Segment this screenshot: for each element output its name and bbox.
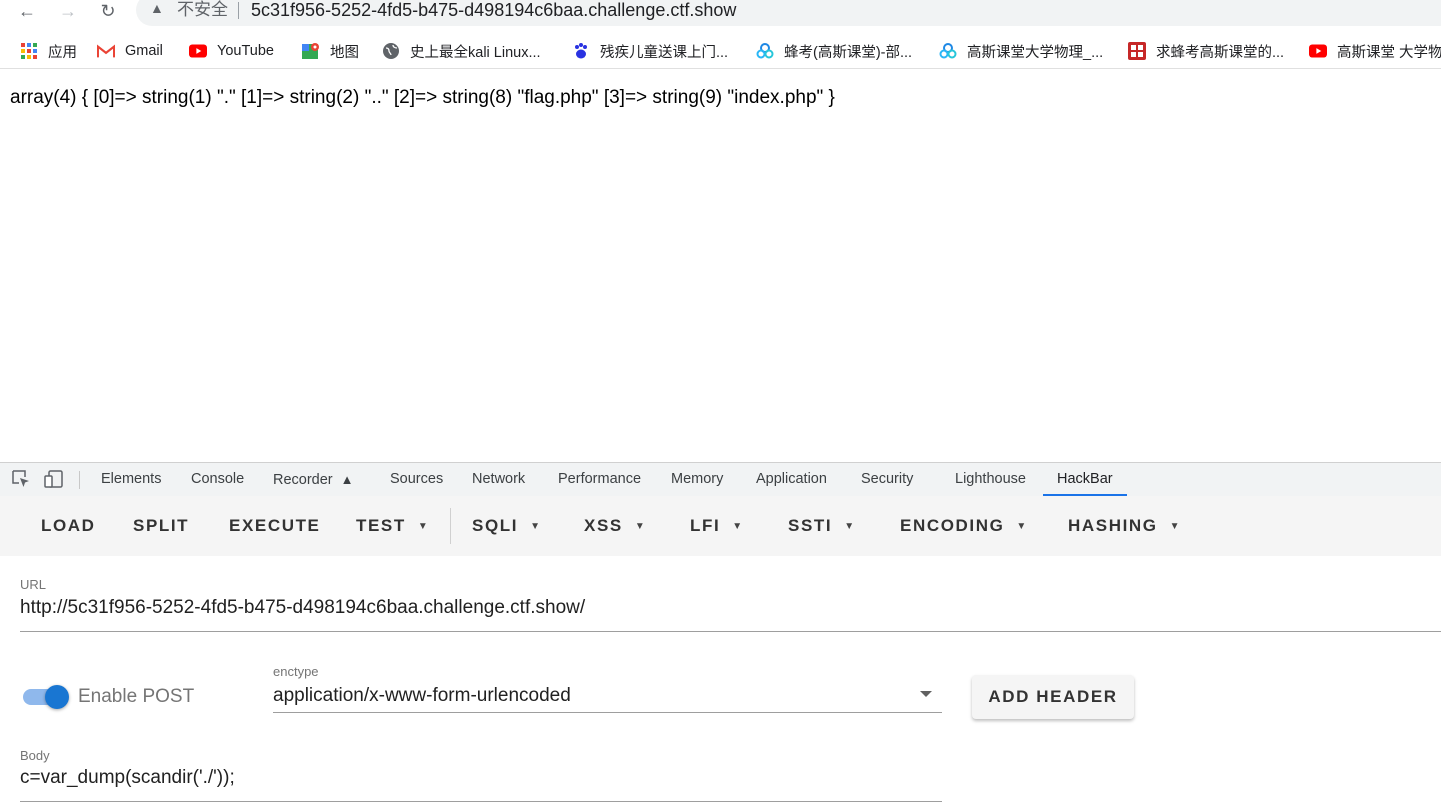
bookmark-fengkao-2[interactable]: 高斯课堂大学物理_...: [939, 40, 1103, 62]
dropdown-arrow-icon[interactable]: [920, 691, 932, 697]
reload-icon[interactable]: ↻: [96, 0, 120, 22]
caret-down-icon: ▼: [1016, 520, 1027, 532]
execute-button[interactable]: EXECUTE: [229, 496, 321, 556]
gmail-icon: [97, 42, 115, 60]
xss-menu-button[interactable]: XSS ▼: [584, 496, 645, 556]
inspect-element-icon[interactable]: [12, 463, 30, 496]
tab-memory[interactable]: Memory: [671, 463, 723, 496]
tab-security[interactable]: Security: [861, 463, 913, 496]
browser-toolbar: ← → ↻ ▲ 不安全 5c31f956-5252-4fd5-b475-d498…: [0, 0, 1441, 28]
lfi-menu-button[interactable]: LFI ▼: [690, 496, 742, 556]
apps-grid-icon: [20, 42, 38, 60]
tab-lighthouse[interactable]: Lighthouse: [955, 463, 1026, 496]
add-header-button[interactable]: ADD HEADER: [972, 675, 1134, 719]
maps-icon: [302, 42, 320, 60]
split-button[interactable]: SPLIT: [133, 496, 189, 556]
enable-post-label: Enable POST: [78, 686, 195, 707]
bookmark-gmail[interactable]: Gmail: [97, 40, 163, 62]
test-label: TEST: [356, 516, 406, 535]
enctype-label: enctype: [273, 664, 319, 679]
tab-separator: [79, 471, 80, 489]
tab-console[interactable]: Console: [191, 463, 244, 496]
xss-label: XSS: [584, 516, 623, 535]
bookmark-label: 地图: [330, 44, 359, 61]
test-menu-button[interactable]: TEST ▼: [356, 496, 428, 556]
enctype-underline: [273, 712, 942, 713]
youtube-icon: [1309, 42, 1327, 60]
lfi-label: LFI: [690, 516, 721, 535]
hackbar-toolbar: LOAD SPLIT EXECUTE TEST ▼ SQLI ▼ XSS ▼ LFI ▼…: [0, 496, 1441, 556]
security-label[interactable]: 不安全: [177, 0, 228, 20]
bookmarks-bar: 应用 Gmail YouTube 地图 史上最全kali Linux... 残疾…: [0, 34, 1441, 69]
load-button[interactable]: LOAD: [41, 496, 96, 556]
bookmark-label: 高斯课堂 大学物: [1337, 44, 1441, 61]
toolbar-separator: [450, 508, 451, 544]
address-text[interactable]: 5c31f956-5252-4fd5-b475-d498194c6baa.cha…: [251, 0, 736, 20]
ssti-label: SSTI: [788, 516, 833, 535]
back-arrow-icon[interactable]: ←: [15, 0, 39, 22]
bookmark-label: 高斯课堂大学物理_...: [967, 44, 1104, 61]
caret-down-icon: ▼: [634, 520, 645, 532]
forward-arrow-icon[interactable]: →: [56, 0, 80, 22]
php-var-dump-output: array(4) { [0]=> string(1) "." [1]=> str…: [10, 87, 835, 108]
bookmark-maps[interactable]: 地图: [302, 40, 359, 62]
bookmark-baidu[interactable]: 残疾儿童送课上门...: [572, 40, 728, 62]
globe-icon: [382, 42, 400, 60]
bilibili-cloud-icon: [939, 42, 957, 60]
bookmark-label: 蜂考(高斯课堂)-部...: [784, 44, 913, 61]
warning-icon[interactable]: ▲: [150, 0, 164, 16]
tab-hackbar[interactable]: HackBar: [1043, 463, 1127, 496]
devtools-tab-bar: Elements Console Recorder ▲ Sources Netw…: [0, 462, 1441, 497]
body-field-label: Body: [20, 748, 50, 763]
caret-down-icon: ▼: [1169, 520, 1180, 532]
bookmark-fengkao-1[interactable]: 蜂考(高斯课堂)-部...: [756, 40, 912, 62]
tab-sources[interactable]: Sources: [390, 463, 443, 496]
address-separator: [238, 2, 239, 19]
youtube-icon: [189, 42, 207, 60]
device-toolbar-icon[interactable]: [44, 463, 64, 496]
hashing-label: HASHING: [1068, 516, 1158, 535]
tab-network[interactable]: Network: [472, 463, 525, 496]
bookmark-youtube[interactable]: YouTube: [189, 40, 274, 62]
url-field-label: URL: [20, 577, 47, 592]
body-field[interactable]: c=var_dump(scandir('./'));: [20, 767, 235, 789]
ssti-menu-button[interactable]: SSTI ▼: [788, 496, 854, 556]
url-field-underline: [20, 631, 1441, 632]
bookmark-apps[interactable]: 应用: [20, 40, 77, 62]
bookmark-kali[interactable]: 史上最全kali Linux...: [382, 40, 541, 62]
bookmark-gauss[interactable]: 高斯课堂 大学物: [1309, 40, 1441, 62]
forum-icon: [1128, 42, 1146, 60]
url-field[interactable]: http://5c31f956-5252-4fd5-b475-d498194c6…: [20, 597, 585, 619]
sqli-menu-button[interactable]: SQLI ▼: [472, 496, 540, 556]
bookmark-label: 求蜂考高斯课堂的...: [1156, 44, 1285, 61]
hashing-menu-button[interactable]: HASHING ▼: [1068, 496, 1180, 556]
tab-application[interactable]: Application: [756, 463, 827, 496]
sqli-label: SQLI: [472, 516, 519, 535]
encoding-menu-button[interactable]: ENCODING ▼: [900, 496, 1026, 556]
caret-down-icon: ▼: [417, 520, 428, 532]
devtools-panel: Elements Console Recorder ▲ Sources Netw…: [0, 462, 1441, 811]
flask-icon: ▲: [340, 472, 354, 487]
bookmark-label: 应用: [48, 44, 77, 61]
tab-elements[interactable]: Elements: [101, 463, 161, 496]
bookmark-forum[interactable]: 求蜂考高斯课堂的...: [1128, 40, 1284, 62]
enctype-select[interactable]: application/x-www-form-urlencoded: [273, 685, 571, 707]
caret-down-icon: ▼: [530, 520, 540, 532]
tab-performance[interactable]: Performance: [558, 463, 641, 496]
bookmark-label: Gmail: [125, 43, 163, 59]
tab-recorder-label: Recorder: [273, 472, 333, 488]
bilibili-cloud-icon: [756, 42, 774, 60]
bookmark-label: 史上最全kali Linux...: [410, 44, 541, 61]
bookmark-label: 残疾儿童送课上门...: [600, 44, 729, 61]
body-field-underline: [20, 801, 942, 802]
caret-down-icon: ▼: [732, 520, 743, 532]
baidu-paw-icon: [572, 42, 590, 60]
caret-down-icon: ▼: [844, 520, 855, 532]
tab-recorder[interactable]: Recorder ▲: [273, 463, 354, 496]
enable-post-toggle-knob[interactable]: [45, 685, 69, 709]
bookmark-label: YouTube: [217, 43, 274, 59]
encoding-label: ENCODING: [900, 516, 1005, 535]
